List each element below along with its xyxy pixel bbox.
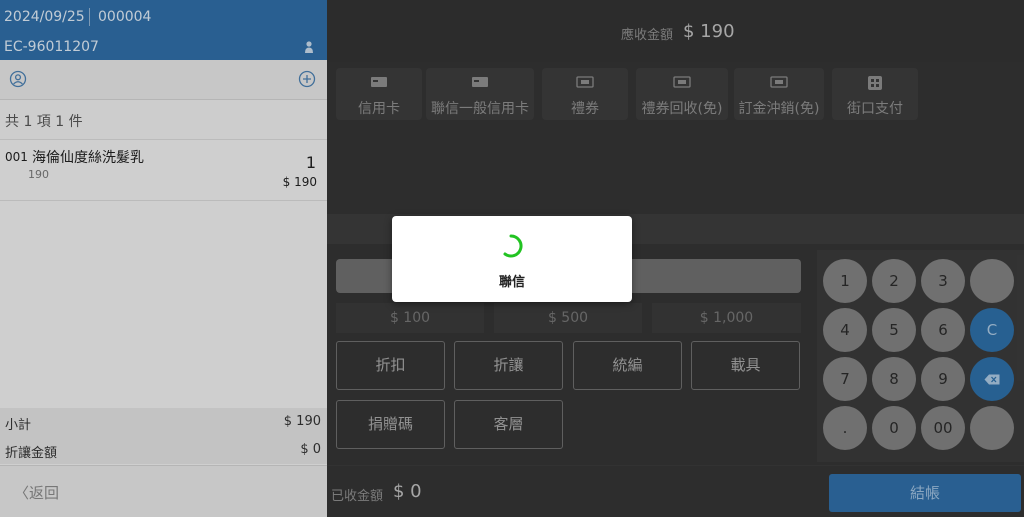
loading-spinner-icon bbox=[503, 234, 523, 258]
loading-dialog: 聯信 bbox=[392, 216, 632, 302]
loading-message: 聯信 bbox=[498, 275, 525, 290]
